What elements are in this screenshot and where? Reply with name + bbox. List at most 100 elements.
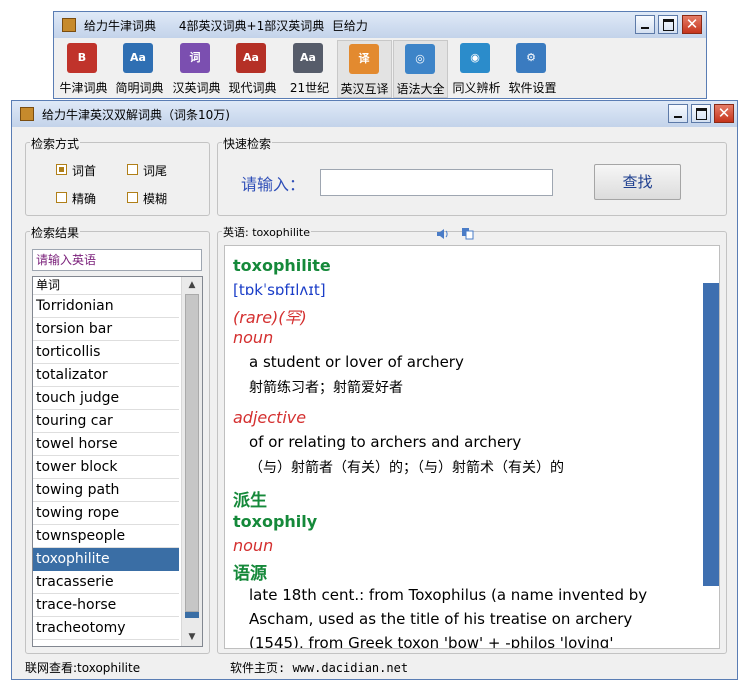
sense-definition-zh: 射箭练习者；射箭爱好者 — [249, 380, 403, 396]
toolbar-button[interactable]: 译英汉互译 — [337, 40, 392, 98]
book-purple-icon: 词 — [180, 43, 210, 73]
checkbox-label: 精确 — [72, 192, 97, 206]
status-homepage[interactable]: 软件主页: www.dacidian.net — [230, 659, 408, 676]
list-item[interactable]: towing path — [33, 479, 179, 502]
scroll-down-arrow[interactable]: ▼ — [182, 629, 202, 646]
quick-search-prompt: 请输入： — [241, 175, 306, 194]
toolbar-button[interactable]: Aa 简明词典 — [112, 40, 167, 98]
scroll-thumb[interactable] — [185, 294, 199, 612]
entry-headword: toxophilite — [233, 256, 331, 275]
derivative-word: toxophily — [233, 512, 318, 531]
speaker-icon[interactable] — [436, 225, 450, 239]
search-mode-group: 检索方式 词首 词尾 精确 模糊 — [25, 135, 210, 216]
main-window: 给力牛津英汉双解词典（词条10万) ✕ 检索方式 词首 词尾 精确 模糊 快速检… — [11, 100, 738, 680]
search-mode-label: 检索方式 — [30, 135, 81, 152]
minimize-button[interactable] — [635, 15, 655, 34]
close-button[interactable]: ✕ — [714, 104, 734, 123]
main-window-titlebar[interactable]: 给力牛津英汉双解词典（词条10万) ✕ — [12, 101, 737, 127]
close-button[interactable]: ✕ — [682, 15, 702, 34]
sense-definition-zh: （与）射箭者（有关）的；（与）射箭术（有关）的 — [249, 460, 564, 476]
entry-scrollbar[interactable] — [703, 283, 719, 586]
derivative-heading: 派生 — [233, 491, 267, 511]
main-window-title: 给力牛津英汉双解词典（词条10万) — [42, 108, 230, 122]
search-results-group: 检索结果 请输入英语 单词 Torridonian torsion bar tort… — [25, 224, 210, 654]
checkbox-label: 模糊 — [143, 192, 168, 206]
list-item[interactable]: Torridonian — [33, 295, 179, 318]
list-item[interactable]: torsion bar — [33, 318, 179, 341]
list-item[interactable]: touring car — [33, 410, 179, 433]
toolbar-window: 给力牛津词典 4部英汉词典+1部汉英词典 巨给力 ✕ B 牛津词典 Aa 简明词典词汉… — [53, 11, 707, 99]
entry-header-label: 英语: toxophilite — [222, 224, 312, 240]
maximize-button[interactable] — [658, 15, 678, 34]
toolbar-button[interactable]: Aa 现代词典 — [225, 40, 280, 98]
checkbox-label: 词尾 — [143, 164, 168, 178]
scroll-thumb-mark — [185, 612, 199, 618]
book-aa-icon: Aa — [123, 43, 153, 73]
toolbar-button-label: 牛津词典 — [59, 81, 108, 95]
results-filter-input[interactable]: 请输入英语 — [32, 249, 202, 271]
compass-icon: ◎ — [405, 44, 435, 74]
toolbar-button-label: 汉英词典 — [172, 81, 221, 95]
toolbar-button[interactable]: Aa 21世纪 — [282, 40, 337, 98]
word-list-rows: Torridonian torsion bar torticollis totaliz… — [33, 295, 179, 640]
word-list-scrollbar[interactable]: ▲ ▼ — [181, 277, 202, 646]
entry-group: 英语: toxophilite toxophilite [tɒkˈsɒfɪlʌɪ… — [217, 224, 727, 654]
scroll-up-arrow[interactable]: ▲ — [182, 277, 202, 294]
minimize-button[interactable] — [668, 104, 688, 123]
entry-content: toxophilite [tɒkˈsɒfɪlʌɪt] (rare)(罕) nou… — [224, 245, 720, 649]
word-list-column-header[interactable]: 单词 — [33, 277, 182, 295]
toolbar-button[interactable]: ⚙ 软件设置 — [505, 40, 560, 98]
maximize-button[interactable] — [691, 104, 711, 123]
status-online-lookup[interactable]: 联网查看:toxophilite — [25, 659, 140, 676]
list-item[interactable]: trace-horse — [33, 594, 179, 617]
list-item[interactable]: totalizator — [33, 364, 179, 387]
find-button[interactable]: 查找 — [594, 164, 681, 200]
toolbar-button-label: 简明词典 — [115, 81, 164, 95]
list-item[interactable]: tower block — [33, 456, 179, 479]
list-item[interactable]: towel horse — [33, 433, 179, 456]
list-item[interactable]: townspeople — [33, 525, 179, 548]
quick-search-input[interactable] — [320, 169, 553, 196]
toolbar-button-label: 语法大全 — [396, 82, 445, 96]
list-item[interactable]: tracheotomy — [33, 617, 179, 640]
book-aa-red-icon: Aa — [236, 43, 266, 73]
toolbar-button-label: 同义辨析 — [452, 81, 501, 95]
toolbar-button-label: 英汉互译 — [340, 82, 389, 96]
etymology-line: late 18th cent.: from Toxophilus (a name… — [249, 586, 648, 604]
etymology-line: Ascham, used as the title of his treatis… — [249, 610, 633, 628]
toolbar-button-label: 现代词典 — [228, 81, 277, 95]
toolbar-window-titlebar[interactable]: 给力牛津词典 4部英汉词典+1部汉英词典 巨给力 ✕ — [54, 12, 706, 38]
toolbar-button[interactable]: ◉ 同义辨析 — [449, 40, 504, 98]
toolbar-button[interactable]: B 牛津词典 — [56, 40, 111, 98]
translate-icon: 译 — [349, 44, 379, 74]
quick-search-group: 快速检索 请输入： 查找 — [217, 135, 727, 216]
checkbox-box[interactable] — [127, 164, 138, 175]
checkbox-box[interactable] — [56, 192, 67, 203]
list-item[interactable]: toxophilite — [33, 548, 179, 571]
list-item[interactable]: tracasserie — [33, 571, 179, 594]
sense-definition-en: a student or lover of archery — [249, 353, 464, 371]
toolbar-button-label: 21世纪 — [289, 81, 330, 95]
etymology-line: (1545), from Greek toxon 'bow' + -philos… — [249, 634, 614, 649]
list-item[interactable]: towing rope — [33, 502, 179, 525]
quick-search-label: 快速检索 — [222, 135, 273, 152]
derivative-pos: noun — [233, 536, 274, 555]
sense-pos: noun — [233, 328, 274, 347]
globe-book-icon: ◉ — [460, 43, 490, 73]
entry-pronunciation: [tɒkˈsɒfɪlʌɪt] — [233, 281, 326, 299]
sense-pos: adjective — [233, 408, 307, 427]
list-item[interactable]: torticollis — [33, 341, 179, 364]
book-aa-gray-icon: Aa — [293, 43, 323, 73]
toolbar-button[interactable]: 词汉英词典 — [169, 40, 224, 98]
copy-icon[interactable] — [461, 225, 474, 240]
entry-register: (rare)(罕) — [233, 308, 307, 327]
word-list: 单词 Torridonian torsion bar torticollis tota… — [32, 276, 203, 647]
list-item[interactable]: touch judge — [33, 387, 179, 410]
checkbox-box[interactable] — [127, 192, 138, 203]
book-red-icon: B — [67, 43, 97, 73]
toolbar-button[interactable]: ◎ 语法大全 — [393, 40, 448, 98]
checkbox-label: 词首 — [72, 164, 97, 178]
toolbar-button-label: 软件设置 — [508, 81, 557, 95]
checkbox-box[interactable] — [56, 164, 67, 175]
etymology-heading: 语源 — [233, 564, 267, 584]
